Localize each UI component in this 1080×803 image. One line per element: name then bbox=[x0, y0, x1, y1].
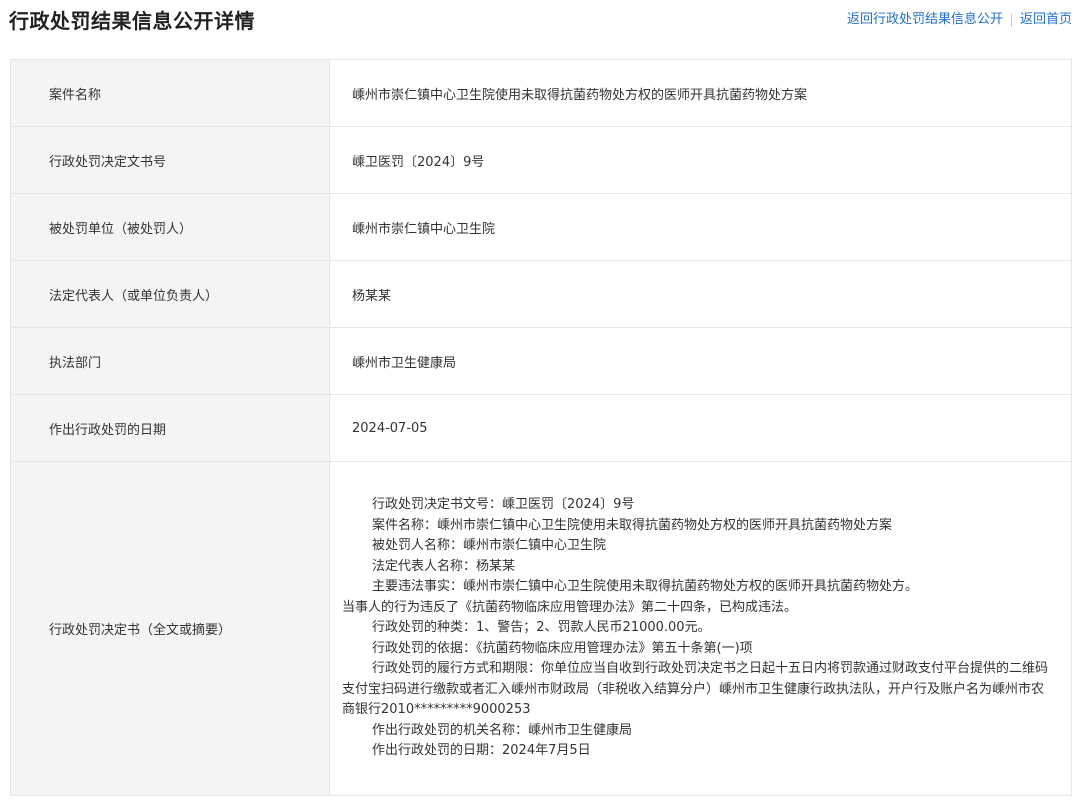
back-to-list-link[interactable]: 返回行政处罚结果信息公开 bbox=[847, 11, 1003, 29]
decision-line: 行政处罚的种类：1、警告；2、罚款人民币21000.00元。 bbox=[372, 620, 711, 636]
row-label: 行政处罚决定书（全文或摘要） bbox=[10, 461, 330, 796]
page-title: 行政处罚结果信息公开详情 bbox=[9, 9, 255, 33]
row-value: 杨某某 bbox=[329, 260, 1072, 328]
row-label: 法定代表人（或单位负责人） bbox=[10, 260, 330, 328]
decision-line: 法定代表人名称：杨某某 bbox=[372, 558, 516, 574]
decision-line: 行政处罚的依据：《抗菌药物临床应用管理办法》第五十条第(一)项 bbox=[372, 640, 753, 656]
row-label: 执法部门 bbox=[10, 327, 330, 395]
decision-line: 主要违法事实：嵊州市崇仁镇中心卫生院使用未取得抗菌药物处方权的医师开具抗菌药物处… bbox=[372, 579, 919, 595]
row-penalty-date: 作出行政处罚的日期 2024-07-05 bbox=[10, 394, 1072, 462]
decision-line: 被处罚人名称：嵊州市崇仁镇中心卫生院 bbox=[372, 538, 607, 554]
decision-document-cell: 行政处罚决定书文号：嵊卫医罚〔2024〕9号 案件名称：嵊州市崇仁镇中心卫生院使… bbox=[329, 461, 1072, 796]
decision-line: 作出行政处罚的日期：2024年7月5日 bbox=[372, 743, 591, 759]
row-penalized-party: 被处罚单位（被处罚人） 嵊州市崇仁镇中心卫生院 bbox=[10, 193, 1072, 261]
decision-line: 行政处罚的履行方式和期限：你单位应当自收到行政处罚决定书之日起十五日内将罚款通过… bbox=[342, 661, 1049, 718]
row-label: 被处罚单位（被处罚人） bbox=[10, 193, 330, 261]
row-decision-document: 行政处罚决定书（全文或摘要） 行政处罚决定书文号：嵊卫医罚〔2024〕9号 案件… bbox=[10, 461, 1072, 796]
back-to-home-link[interactable]: 返回首页 bbox=[1020, 11, 1072, 29]
row-value: 嵊州市卫生健康局 bbox=[329, 327, 1072, 395]
row-legal-representative: 法定代表人（或单位负责人） 杨某某 bbox=[10, 260, 1072, 328]
row-value: 嵊卫医罚〔2024〕9号 bbox=[329, 126, 1072, 194]
header-links: 返回行政处罚结果信息公开 返回首页 bbox=[847, 11, 1072, 29]
decision-document-body: 行政处罚决定书文号：嵊卫医罚〔2024〕9号 案件名称：嵊州市崇仁镇中心卫生院使… bbox=[342, 479, 1071, 778]
row-value: 2024-07-05 bbox=[329, 394, 1072, 462]
decision-line: 作出行政处罚的机关名称：嵊州市卫生健康局 bbox=[372, 722, 633, 738]
decision-line: 行政处罚决定书文号：嵊卫医罚〔2024〕9号 bbox=[372, 497, 635, 513]
row-label: 案件名称 bbox=[10, 59, 330, 127]
row-label: 行政处罚决定文书号 bbox=[10, 126, 330, 194]
link-divider bbox=[1010, 13, 1012, 27]
row-enforcement-department: 执法部门 嵊州市卫生健康局 bbox=[10, 327, 1072, 395]
page-header: 行政处罚结果信息公开详情 返回行政处罚结果信息公开 返回首页 bbox=[0, 0, 1080, 50]
row-label: 作出行政处罚的日期 bbox=[10, 394, 330, 462]
decision-line: 案件名称：嵊州市崇仁镇中心卫生院使用未取得抗菌药物处方权的医师开具抗菌药物处方案 bbox=[372, 517, 893, 533]
row-value: 嵊州市崇仁镇中心卫生院使用未取得抗菌药物处方权的医师开具抗菌药物处方案 bbox=[329, 59, 1072, 127]
row-value: 嵊州市崇仁镇中心卫生院 bbox=[329, 193, 1072, 261]
row-document-number: 行政处罚决定文书号 嵊卫医罚〔2024〕9号 bbox=[10, 126, 1072, 194]
decision-line: 当事人的行为违反了《抗菌药物临床应用管理办法》第二十四条，已构成违法。 bbox=[342, 599, 798, 615]
row-case-name: 案件名称 嵊州市崇仁镇中心卫生院使用未取得抗菌药物处方权的医师开具抗菌药物处方案 bbox=[10, 59, 1072, 127]
penalty-info-table: 案件名称 嵊州市崇仁镇中心卫生院使用未取得抗菌药物处方权的医师开具抗菌药物处方案… bbox=[10, 59, 1072, 796]
